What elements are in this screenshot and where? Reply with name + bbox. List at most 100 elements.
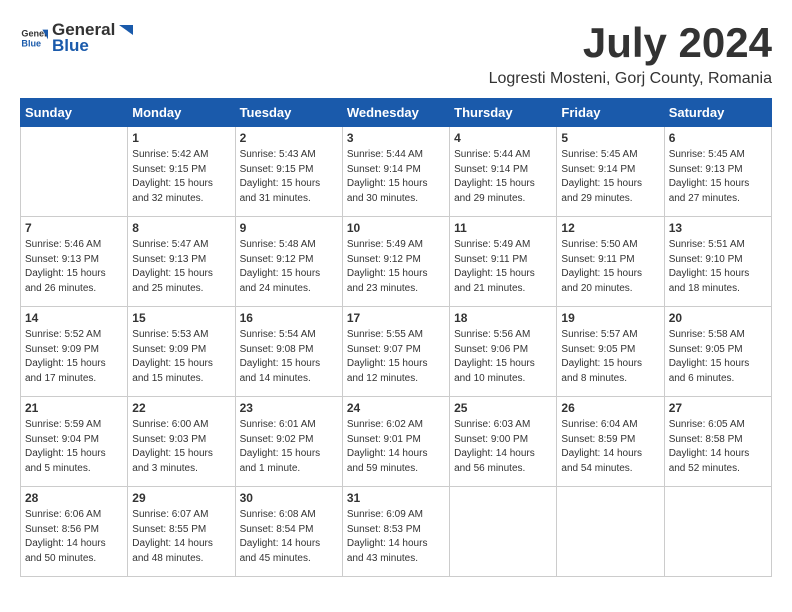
cell-content: Sunrise: 6:00 AM Sunset: 9:03 PM Dayligh… — [132, 418, 230, 476]
month-title: July 2024 — [489, 20, 772, 66]
day-number: 17 — [347, 311, 445, 325]
cell-content: Sunrise: 5:42 AM Sunset: 9:15 PM Dayligh… — [132, 148, 230, 206]
cell-content: Sunrise: 6:02 AM Sunset: 9:01 PM Dayligh… — [347, 418, 445, 476]
calendar-cell: 11 Sunrise: 5:49 AM Sunset: 9:11 PM Dayli… — [450, 217, 557, 307]
day-number: 4 — [454, 131, 552, 145]
cell-content: Sunrise: 6:06 AM Sunset: 8:56 PM Dayligh… — [25, 508, 123, 566]
calendar-cell: 30 Sunrise: 6:08 AM Sunset: 8:54 PM Dayli… — [235, 487, 342, 577]
day-number: 14 — [25, 311, 123, 325]
logo: General Blue General Blue — [20, 20, 133, 56]
cell-content: Sunrise: 6:03 AM Sunset: 9:00 PM Dayligh… — [454, 418, 552, 476]
calendar-cell: 21 Sunrise: 5:59 AM Sunset: 9:04 PM Dayli… — [21, 397, 128, 487]
day-number: 30 — [240, 491, 338, 505]
cell-content: Sunrise: 5:58 AM Sunset: 9:05 PM Dayligh… — [669, 328, 767, 386]
week-row-5: 28 Sunrise: 6:06 AM Sunset: 8:56 PM Dayli… — [21, 487, 772, 577]
cell-content: Sunrise: 5:57 AM Sunset: 9:05 PM Dayligh… — [561, 328, 659, 386]
calendar-cell: 12 Sunrise: 5:50 AM Sunset: 9:11 PM Dayli… — [557, 217, 664, 307]
calendar-cell: 23 Sunrise: 6:01 AM Sunset: 9:02 PM Dayli… — [235, 397, 342, 487]
day-number: 19 — [561, 311, 659, 325]
day-number: 3 — [347, 131, 445, 145]
page-header: General Blue General Blue July 2024 Logr… — [20, 20, 772, 88]
day-number: 10 — [347, 221, 445, 235]
day-number: 2 — [240, 131, 338, 145]
cell-content: Sunrise: 5:55 AM Sunset: 9:07 PM Dayligh… — [347, 328, 445, 386]
cell-content: Sunrise: 5:49 AM Sunset: 9:11 PM Dayligh… — [454, 238, 552, 296]
week-row-3: 14 Sunrise: 5:52 AM Sunset: 9:09 PM Dayli… — [21, 307, 772, 397]
cell-content: Sunrise: 5:45 AM Sunset: 9:14 PM Dayligh… — [561, 148, 659, 206]
header-cell-wednesday: Wednesday — [342, 99, 449, 127]
calendar-cell: 1 Sunrise: 5:42 AM Sunset: 9:15 PM Daylig… — [128, 127, 235, 217]
calendar-cell: 22 Sunrise: 6:00 AM Sunset: 9:03 PM Dayli… — [128, 397, 235, 487]
calendar-cell: 10 Sunrise: 5:49 AM Sunset: 9:12 PM Dayli… — [342, 217, 449, 307]
cell-content: Sunrise: 6:08 AM Sunset: 8:54 PM Dayligh… — [240, 508, 338, 566]
calendar-cell: 8 Sunrise: 5:47 AM Sunset: 9:13 PM Daylig… — [128, 217, 235, 307]
day-number: 29 — [132, 491, 230, 505]
day-number: 12 — [561, 221, 659, 235]
calendar-cell: 17 Sunrise: 5:55 AM Sunset: 9:07 PM Dayli… — [342, 307, 449, 397]
header-row: SundayMondayTuesdayWednesdayThursdayFrid… — [21, 99, 772, 127]
day-number: 22 — [132, 401, 230, 415]
calendar-cell: 31Sunrise: 6:09 AM Sunset: 8:53 PM Dayli… — [342, 487, 449, 577]
cell-content: Sunrise: 6:01 AM Sunset: 9:02 PM Dayligh… — [240, 418, 338, 476]
day-number: 8 — [132, 221, 230, 235]
cell-content: Sunrise: 5:51 AM Sunset: 9:10 PM Dayligh… — [669, 238, 767, 296]
calendar-cell: 9Sunrise: 5:48 AM Sunset: 9:12 PM Daylig… — [235, 217, 342, 307]
day-number: 21 — [25, 401, 123, 415]
cell-content: Sunrise: 5:59 AM Sunset: 9:04 PM Dayligh… — [25, 418, 123, 476]
calendar-cell — [450, 487, 557, 577]
day-number: 26 — [561, 401, 659, 415]
cell-content: Sunrise: 5:45 AM Sunset: 9:13 PM Dayligh… — [669, 148, 767, 206]
cell-content: Sunrise: 5:56 AM Sunset: 9:06 PM Dayligh… — [454, 328, 552, 386]
day-number: 27 — [669, 401, 767, 415]
calendar-cell: 14 Sunrise: 5:52 AM Sunset: 9:09 PM Dayli… — [21, 307, 128, 397]
cell-content: Sunrise: 5:43 AM Sunset: 9:15 PM Dayligh… — [240, 148, 338, 206]
cell-content: Sunrise: 5:50 AM Sunset: 9:11 PM Dayligh… — [561, 238, 659, 296]
week-row-4: 21 Sunrise: 5:59 AM Sunset: 9:04 PM Dayli… — [21, 397, 772, 487]
calendar-cell: 3 Sunrise: 5:44 AM Sunset: 9:14 PM Daylig… — [342, 127, 449, 217]
day-number: 20 — [669, 311, 767, 325]
calendar-cell: 19 Sunrise: 5:57 AM Sunset: 9:05 PM Dayli… — [557, 307, 664, 397]
title-area: July 2024 Logresti Mosteni, Gorj County,… — [489, 20, 772, 88]
day-number: 28 — [25, 491, 123, 505]
calendar-cell: 4 Sunrise: 5:44 AM Sunset: 9:14 PM Daylig… — [450, 127, 557, 217]
calendar-cell: 27 Sunrise: 6:05 AM Sunset: 8:58 PM Dayli… — [664, 397, 771, 487]
cell-content: Sunrise: 6:05 AM Sunset: 8:58 PM Dayligh… — [669, 418, 767, 476]
header-cell-tuesday: Tuesday — [235, 99, 342, 127]
cell-content: Sunrise: 5:47 AM Sunset: 9:13 PM Dayligh… — [132, 238, 230, 296]
logo-icon: General Blue — [20, 24, 48, 52]
day-number: 6 — [669, 131, 767, 145]
calendar-cell: 16 Sunrise: 5:54 AM Sunset: 9:08 PM Dayli… — [235, 307, 342, 397]
cell-content: Sunrise: 5:52 AM Sunset: 9:09 PM Dayligh… — [25, 328, 123, 386]
day-number: 24 — [347, 401, 445, 415]
cell-content: Sunrise: 5:44 AM Sunset: 9:14 PM Dayligh… — [454, 148, 552, 206]
calendar-cell: 28 Sunrise: 6:06 AM Sunset: 8:56 PM Dayli… — [21, 487, 128, 577]
day-number: 5 — [561, 131, 659, 145]
day-number: 16 — [240, 311, 338, 325]
calendar-cell: 18 Sunrise: 5:56 AM Sunset: 9:06 PM Dayli… — [450, 307, 557, 397]
cell-content: Sunrise: 5:46 AM Sunset: 9:13 PM Dayligh… — [25, 238, 123, 296]
day-number: 18 — [454, 311, 552, 325]
cell-content: Sunrise: 5:53 AM Sunset: 9:09 PM Dayligh… — [132, 328, 230, 386]
day-number: 25 — [454, 401, 552, 415]
cell-content: Sunrise: 5:54 AM Sunset: 9:08 PM Dayligh… — [240, 328, 338, 386]
calendar-cell: 24 Sunrise: 6:02 AM Sunset: 9:01 PM Dayli… — [342, 397, 449, 487]
week-row-2: 7Sunrise: 5:46 AM Sunset: 9:13 PM Daylig… — [21, 217, 772, 307]
header-cell-thursday: Thursday — [450, 99, 557, 127]
logo-arrow-icon — [115, 21, 133, 39]
day-number: 1 — [132, 131, 230, 145]
day-number: 15 — [132, 311, 230, 325]
calendar-cell: 26Sunrise: 6:04 AM Sunset: 8:59 PM Dayli… — [557, 397, 664, 487]
calendar-cell: 15 Sunrise: 5:53 AM Sunset: 9:09 PM Dayli… — [128, 307, 235, 397]
day-number: 23 — [240, 401, 338, 415]
calendar-cell — [664, 487, 771, 577]
svg-text:Blue: Blue — [21, 38, 41, 48]
calendar-cell: 25 Sunrise: 6:03 AM Sunset: 9:00 PM Dayli… — [450, 397, 557, 487]
cell-content: Sunrise: 5:44 AM Sunset: 9:14 PM Dayligh… — [347, 148, 445, 206]
cell-content: Sunrise: 6:07 AM Sunset: 8:55 PM Dayligh… — [132, 508, 230, 566]
day-number: 13 — [669, 221, 767, 235]
day-number: 11 — [454, 221, 552, 235]
calendar-cell: 13 Sunrise: 5:51 AM Sunset: 9:10 PM Dayli… — [664, 217, 771, 307]
cell-content: Sunrise: 5:49 AM Sunset: 9:12 PM Dayligh… — [347, 238, 445, 296]
header-cell-saturday: Saturday — [664, 99, 771, 127]
calendar-cell: 5 Sunrise: 5:45 AM Sunset: 9:14 PM Daylig… — [557, 127, 664, 217]
